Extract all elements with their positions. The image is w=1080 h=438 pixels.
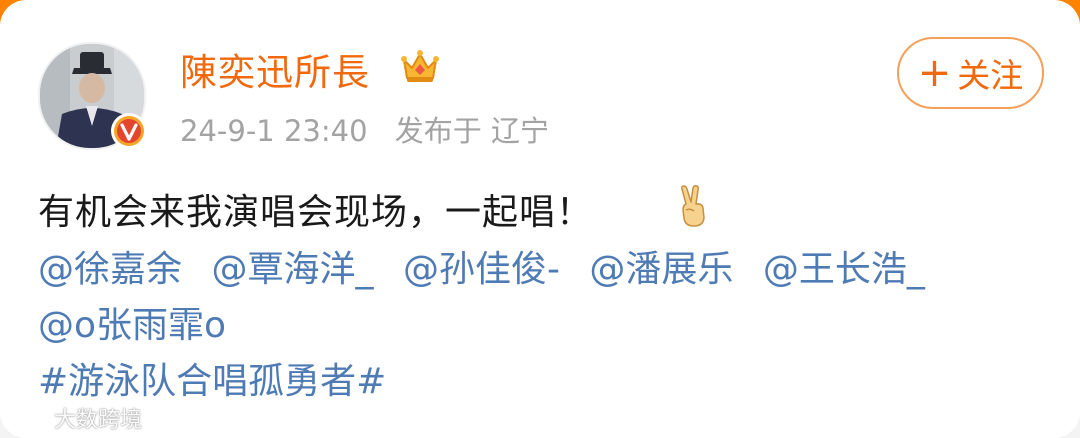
mentions-line-1: @徐嘉余 @覃海洋_ @孙佳俊- @潘展乐 @王长浩_	[38, 240, 943, 292]
mention-link[interactable]: @孙佳俊-	[403, 249, 560, 290]
verified-badge-icon	[111, 113, 147, 149]
crown-icon[interactable]	[398, 44, 442, 88]
mentions-line-2: @o张雨霏o	[38, 296, 244, 348]
mention-link[interactable]: @王长浩_	[763, 249, 925, 290]
plus-icon: +	[917, 50, 952, 96]
victory-hand-icon	[681, 185, 705, 227]
post-location: 发布于 辽宁	[394, 114, 549, 148]
post-body: 有机会来我演唱会现场，一起唱！	[38, 192, 594, 233]
follow-label: 关注	[957, 56, 1024, 95]
mention-link[interactable]: @o张雨霏o	[38, 305, 226, 346]
mention-link[interactable]: @徐嘉余	[38, 249, 182, 290]
watermark-text: 大数跨境	[54, 408, 143, 433]
author-avatar[interactable]	[38, 42, 147, 150]
watermark-logo-icon	[10, 409, 48, 425]
post-timestamp: 24-9-1 23:40	[180, 114, 368, 148]
post-meta: 24-9-1 23:40 发布于 辽宁	[180, 108, 567, 150]
follow-button[interactable]: + 关注	[897, 37, 1044, 109]
watermark: 大数跨境	[8, 402, 142, 434]
author-name[interactable]: 陳奕迅所長	[180, 42, 370, 96]
hashtag-link[interactable]: #游泳队合唱孤勇者#	[38, 352, 386, 404]
mention-link[interactable]: @潘展乐	[589, 249, 733, 290]
mention-link[interactable]: @覃海洋_	[211, 249, 373, 290]
weibo-post-card: 陳奕迅所長 24-9-1 23:40 发布于 辽宁 + 关注 有机会来我演唱会现…	[0, 0, 1080, 438]
